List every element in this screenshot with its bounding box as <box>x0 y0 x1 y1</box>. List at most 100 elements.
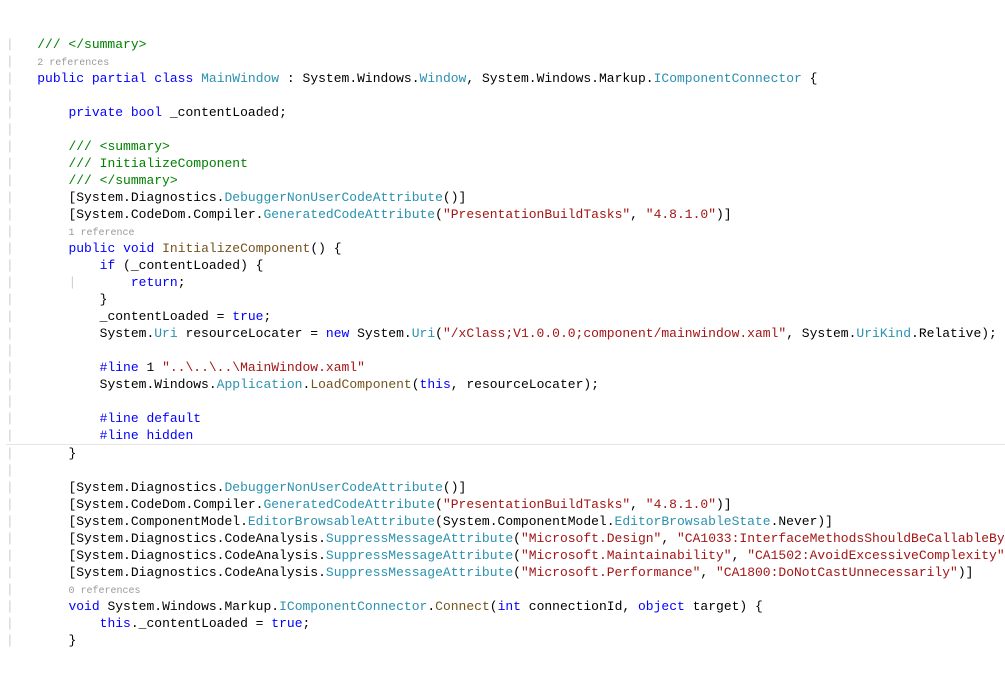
string-literal: "Microsoft.Performance" <box>521 565 700 580</box>
code-text: )] <box>716 497 732 512</box>
separator-line <box>6 444 1005 445</box>
keyword: public <box>37 71 84 86</box>
type-name: Uri <box>154 326 177 341</box>
keyword: object <box>638 599 685 614</box>
string-literal: "PresentationBuildTasks" <box>443 497 630 512</box>
type-name: GeneratedCodeAttribute <box>263 497 435 512</box>
attribute-text: [System.CodeDom.Compiler. <box>68 207 263 222</box>
code-text: connectionId, <box>521 599 638 614</box>
code-text: _contentLoaded; <box>162 105 287 120</box>
keyword: partial <box>92 71 147 86</box>
keyword: true <box>232 309 263 324</box>
code-text: System.Windows.Markup. <box>100 599 279 614</box>
code-text: .Never)] <box>771 514 833 529</box>
string-literal: "Microsoft.Maintainability" <box>521 548 732 563</box>
code-text: ( <box>412 377 420 392</box>
keyword: class <box>154 71 193 86</box>
code-text: , <box>732 548 748 563</box>
codelens-references[interactable]: 2 references <box>37 58 109 69</box>
type-name: DebuggerNonUserCodeAttribute <box>224 480 442 495</box>
code-text: , <box>661 531 677 546</box>
code-text: ()] <box>443 480 466 495</box>
code-text: ( <box>490 599 498 614</box>
code-text: )] <box>716 207 732 222</box>
method-name: InitializeComponent <box>162 241 310 256</box>
code-text: : System.Windows. <box>279 71 419 86</box>
keyword: this <box>100 616 131 631</box>
code-text: ( <box>435 497 443 512</box>
string-literal: "..\..\..\MainWindow.xaml" <box>162 360 365 375</box>
string-literal: "4.8.1.0" <box>646 497 716 512</box>
keyword: public <box>68 241 115 256</box>
type-name: Window <box>420 71 467 86</box>
preprocessor: #line <box>100 360 139 375</box>
keyword: true <box>271 616 302 631</box>
code-text: ( <box>435 207 443 222</box>
method-name: Connect <box>435 599 490 614</box>
code-text: , <box>700 565 716 580</box>
codelens-references[interactable]: 0 references <box>68 586 140 597</box>
type-name: Uri <box>412 326 435 341</box>
code-text: ()] <box>443 190 466 205</box>
keyword: void <box>123 241 154 256</box>
code-text: , System.Windows.Markup. <box>466 71 653 86</box>
keyword: private <box>68 105 123 120</box>
code-editor[interactable]: { "codelens": { "refs2": "2 references",… <box>0 0 1005 685</box>
code-text: } <box>68 446 76 461</box>
code-text: ; <box>178 275 186 290</box>
keyword: new <box>326 326 349 341</box>
type-name: EditorBrowsableAttribute <box>248 514 435 529</box>
string-literal: "CA1033:InterfaceMethodsShouldBeCallable… <box>677 531 1005 546</box>
type-name: IComponentConnector <box>654 71 802 86</box>
type-name: UriKind <box>856 326 911 341</box>
code-text: resourceLocater = <box>178 326 326 341</box>
code-text: )] <box>958 565 974 580</box>
codelens-references[interactable]: 1 reference <box>68 228 134 239</box>
code-text: ; <box>303 616 311 631</box>
code-text: ( <box>513 531 521 546</box>
type-name: SuppressMessageAttribute <box>326 531 513 546</box>
preprocessor: #line hidden <box>100 428 194 443</box>
code-text: ; <box>263 309 271 324</box>
keyword: this <box>420 377 451 392</box>
type-name: SuppressMessageAttribute <box>326 565 513 580</box>
code-text: target) { <box>685 599 763 614</box>
xml-doc-comment: /// <box>68 156 99 171</box>
string-literal: "/xClass;V1.0.0.0;component/mainwindow.x… <box>443 326 786 341</box>
code-text: , System. <box>786 326 856 341</box>
attribute-text: [System.ComponentModel. <box>68 514 247 529</box>
string-literal: "CA1800:DoNotCastUnnecessarily" <box>716 565 958 580</box>
attribute-text: [System.Diagnostics. <box>68 480 224 495</box>
preprocessor: #line default <box>100 411 201 426</box>
code-text: ( <box>513 565 521 580</box>
code-text: { <box>802 71 818 86</box>
code-text: (_contentLoaded) { <box>115 258 263 273</box>
code-text: () { <box>310 241 341 256</box>
class-name: MainWindow <box>201 71 279 86</box>
string-literal: "PresentationBuildTasks" <box>443 207 630 222</box>
code-text: System. <box>100 326 155 341</box>
code-text: ( <box>435 326 443 341</box>
method-name: LoadComponent <box>310 377 411 392</box>
code-text: (System.ComponentModel. <box>435 514 614 529</box>
code-text: System.Windows. <box>100 377 217 392</box>
keyword: void <box>68 599 99 614</box>
code-text: , <box>630 207 646 222</box>
string-literal: "CA1502:AvoidExcessiveComplexity" <box>747 548 1004 563</box>
type-name: Application <box>217 377 303 392</box>
code-text: } <box>100 292 108 307</box>
string-literal: "Microsoft.Design" <box>521 531 661 546</box>
xml-doc-text: InitializeComponent <box>100 156 248 171</box>
type-name: EditorBrowsableState <box>615 514 771 529</box>
xml-doc-comment: /// </summary> <box>68 173 177 188</box>
keyword: if <box>100 258 116 273</box>
code-text: .Relative); <box>911 326 997 341</box>
keyword: return <box>131 275 178 290</box>
string-literal: "4.8.1.0" <box>646 207 716 222</box>
attribute-text: [System.Diagnostics.CodeAnalysis. <box>68 548 325 563</box>
attribute-text: [System.CodeDom.Compiler. <box>68 497 263 512</box>
code-text: } <box>68 633 76 648</box>
xml-doc-comment: /// <summary> <box>68 139 169 154</box>
attribute-text: [System.Diagnostics.CodeAnalysis. <box>68 565 325 580</box>
keyword: int <box>498 599 521 614</box>
